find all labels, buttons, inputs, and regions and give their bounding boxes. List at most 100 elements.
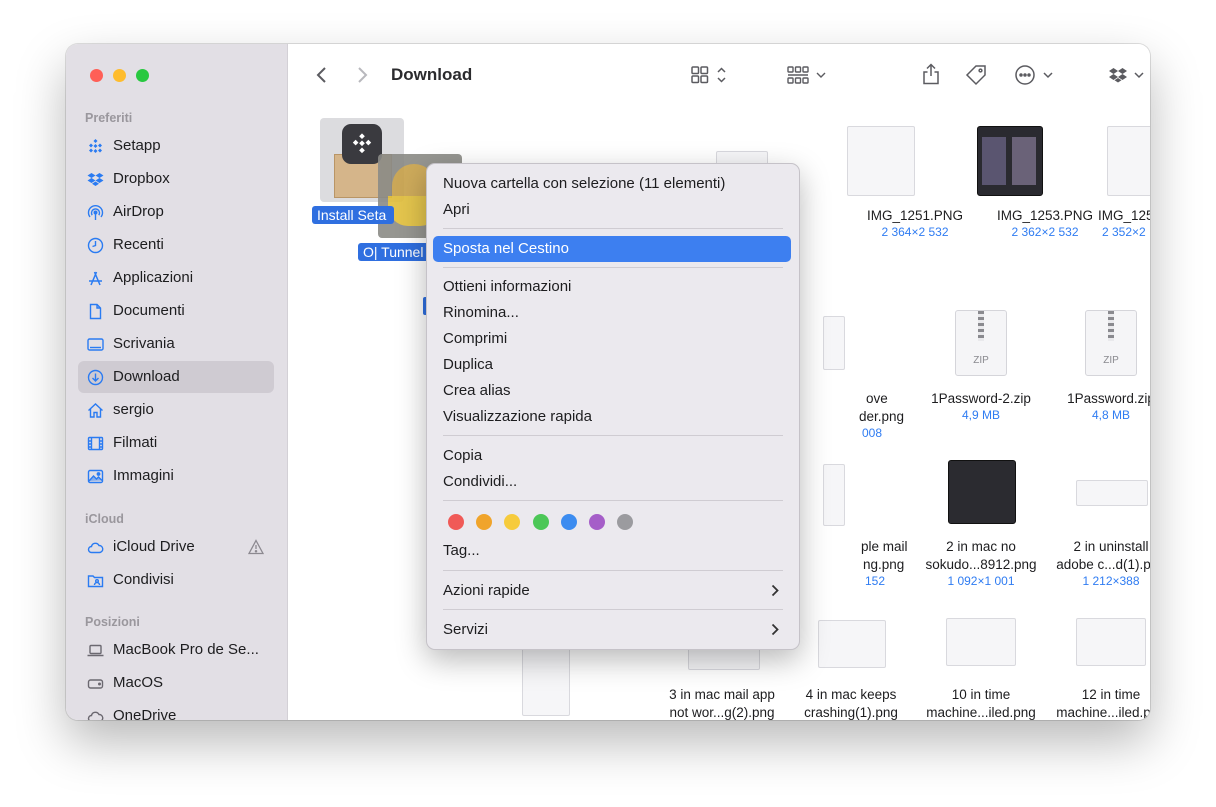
- zip-file-icon[interactable]: ZIP: [955, 310, 1007, 376]
- forward-icon[interactable]: [357, 66, 369, 84]
- menu-item-services[interactable]: Servizi: [433, 617, 791, 643]
- sidebar-item-pictures[interactable]: Immagini: [78, 460, 274, 492]
- menu-item-quick-actions[interactable]: Azioni rapide: [433, 578, 791, 604]
- file-thumbnail[interactable]: [977, 126, 1043, 196]
- tag-color-blue[interactable]: [561, 514, 577, 530]
- sidebar-item-label: Scrivania: [113, 335, 175, 352]
- sidebar-item-download[interactable]: Download: [78, 361, 274, 393]
- tag-color-gray[interactable]: [617, 514, 633, 530]
- file-thumbnail[interactable]: [948, 460, 1016, 524]
- file-size: 1 212×388: [1082, 574, 1140, 588]
- file-name: machine...iled.png: [926, 705, 1036, 720]
- menu-item-copy[interactable]: Copia: [433, 443, 791, 469]
- sidebar-item-dropbox[interactable]: Dropbox: [78, 163, 274, 195]
- menu-item-rename[interactable]: Rinomina...: [433, 300, 791, 326]
- file-thumbnail[interactable]: [847, 126, 915, 196]
- file-thumbnail[interactable]: [818, 620, 886, 668]
- sidebar-item-shared[interactable]: Condivisi: [78, 564, 274, 596]
- sidebar-item-macbook[interactable]: MacBook Pro de Se...: [78, 634, 274, 666]
- dropbox-icon: [87, 171, 104, 188]
- menu-separator: [443, 228, 783, 229]
- sidebar-item-movies[interactable]: Filmati: [78, 427, 274, 459]
- film-icon: [87, 435, 104, 452]
- file-name: sokudo...8912.png: [925, 557, 1037, 572]
- dropbox-menu-icon[interactable]: [1109, 66, 1150, 84]
- sidebar-item-onedrive[interactable]: OneDrive: [78, 700, 274, 720]
- file-name: IMG_1253.PNG: [996, 208, 1094, 223]
- file-size: 1 092×1 001: [947, 574, 1015, 588]
- section-label-favorites: Preferiti: [85, 111, 133, 125]
- file-name: crashing(1).png: [804, 705, 898, 720]
- tag-color-yellow[interactable]: [504, 514, 520, 530]
- zoom-window-button[interactable]: [136, 69, 149, 82]
- zip-file-icon[interactable]: ZIP: [1085, 310, 1137, 376]
- sidebar-item-label: Immagini: [113, 467, 174, 484]
- sidebar-item-airdrop[interactable]: AirDrop: [78, 196, 274, 228]
- sidebar-item-applications[interactable]: Applicazioni: [78, 262, 274, 294]
- back-icon[interactable]: [315, 66, 327, 84]
- file-name: 10 in time: [951, 687, 1011, 702]
- menu-item-move-to-trash[interactable]: Sposta nel Cestino: [433, 236, 791, 262]
- menu-separator: [443, 500, 783, 501]
- minimize-window-button[interactable]: [113, 69, 126, 82]
- file-thumbnail[interactable]: [522, 648, 570, 716]
- shared-folder-icon: [87, 572, 104, 589]
- sidebar-item-desktop[interactable]: Scrivania: [78, 328, 274, 360]
- sidebar-item-label: Condivisi: [113, 571, 174, 588]
- tag-color-red[interactable]: [448, 514, 464, 530]
- menu-separator: [443, 570, 783, 571]
- file-name: adobe c...d(1).png: [1056, 557, 1150, 572]
- tag-color-orange[interactable]: [476, 514, 492, 530]
- close-window-button[interactable]: [90, 69, 103, 82]
- sidebar-item-macos[interactable]: MacOS: [78, 667, 274, 699]
- file-name: der.png: [859, 409, 905, 424]
- menu-item-open[interactable]: Apri: [433, 197, 791, 223]
- disk-icon: [87, 675, 104, 692]
- selected-file-label: Install Seta: [312, 206, 394, 224]
- file-size: 2 364×2 532: [881, 225, 949, 239]
- sidebar-item-setapp[interactable]: Setapp: [78, 130, 274, 162]
- section-label-icloud: iCloud: [85, 512, 124, 526]
- sidebar-item-documents[interactable]: Documenti: [78, 295, 274, 327]
- file-size: 2 362×2 532: [1011, 225, 1079, 239]
- menu-item-compress[interactable]: Comprimi: [433, 326, 791, 352]
- tag-color-purple[interactable]: [589, 514, 605, 530]
- file-size: 4,8 MB: [1091, 408, 1130, 422]
- file-name: 1Password-2.zip: [931, 391, 1031, 406]
- menu-item-tags[interactable]: Tag...: [433, 538, 791, 564]
- menu-item-quick-look[interactable]: Visualizzazione rapida: [433, 404, 791, 430]
- file-thumbnail[interactable]: [823, 316, 845, 370]
- menu-item-get-info[interactable]: Ottieni informazioni: [433, 274, 791, 300]
- sidebar-item-home[interactable]: sergio: [78, 394, 274, 426]
- group-view-icon[interactable]: [787, 66, 831, 84]
- menu-item-share[interactable]: Condividi...: [433, 469, 791, 495]
- share-icon[interactable]: [922, 63, 940, 85]
- document-icon: [87, 303, 104, 320]
- file-name: machine...iled.png: [1056, 705, 1150, 720]
- sidebar-item-label: AirDrop: [113, 203, 164, 220]
- sidebar-item-label: Applicazioni: [113, 269, 194, 286]
- cloud-icon: [87, 708, 104, 720]
- tag-color-green[interactable]: [533, 514, 549, 530]
- chevron-right-icon: [771, 623, 779, 641]
- file-thumbnail[interactable]: [823, 464, 845, 526]
- file-thumbnail[interactable]: [1076, 618, 1146, 666]
- sidebar-item-recents[interactable]: Recenti: [78, 229, 274, 261]
- menu-item-duplicate[interactable]: Duplica: [433, 352, 791, 378]
- more-actions-icon[interactable]: [1015, 65, 1057, 85]
- home-icon: [87, 402, 104, 419]
- sidebar-item-label: iCloud Drive: [113, 538, 195, 555]
- selected-file-label: O| Tunnel: [358, 243, 430, 261]
- tag-icon[interactable]: [965, 64, 987, 86]
- warning-icon[interactable]: [248, 539, 264, 555]
- file-thumbnail[interactable]: [1107, 126, 1150, 196]
- file-thumbnail[interactable]: [946, 618, 1016, 666]
- menu-item-make-alias[interactable]: Crea alias: [433, 378, 791, 404]
- window-title: Download: [391, 65, 473, 84]
- file-name: IMG_1251.PNG: [866, 208, 964, 223]
- grid-view-icon[interactable]: [691, 66, 729, 84]
- sidebar-item-icloud-drive[interactable]: iCloud Drive: [78, 531, 274, 563]
- file-thumbnail[interactable]: [1076, 480, 1148, 506]
- file-name: 1Password.zip: [1067, 391, 1150, 406]
- menu-item-new-folder-with-selection[interactable]: Nuova cartella con selezione (11 element…: [433, 171, 791, 197]
